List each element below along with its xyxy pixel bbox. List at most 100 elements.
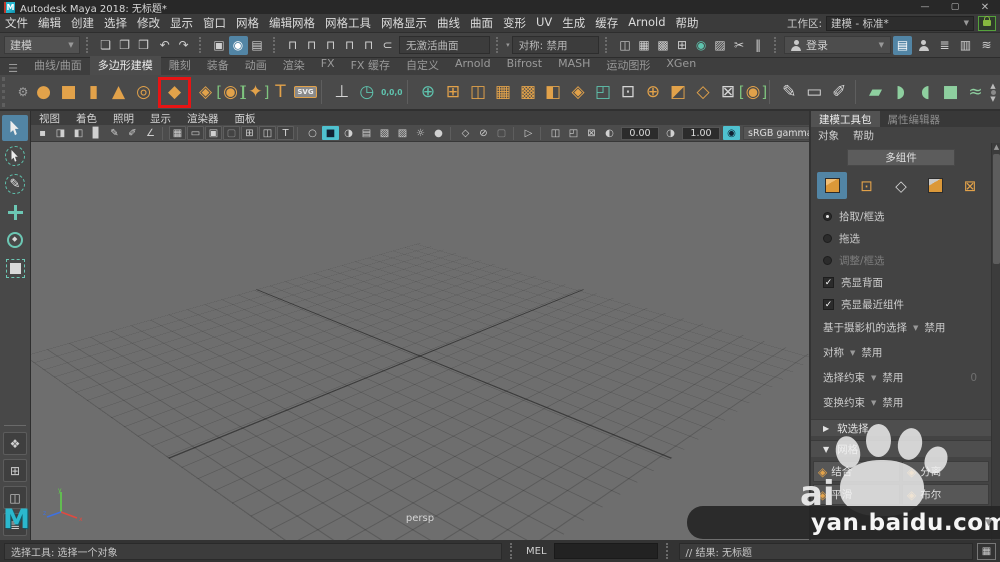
resolution-gate-icon[interactable]: ▣ — [205, 126, 222, 140]
row-选择约束[interactable]: 选择约束 ▼ 禁用 0 — [811, 365, 991, 390]
toolkit-menu-对象[interactable]: 对象 — [811, 128, 846, 143]
close-pane-icon[interactable]: ⊠ — [583, 126, 600, 140]
poly-plane-icon[interactable]: ◆ — [162, 80, 187, 105]
view-cube-icon[interactable]: ▪ — [34, 126, 51, 140]
bookmark-icon[interactable]: ◧ — [70, 126, 87, 140]
construction-plane-icon[interactable]: ⊥ — [329, 80, 354, 105]
duplicate-face-icon[interactable]: ⊞ — [441, 80, 466, 105]
poly-cylinder-icon[interactable]: ▮ — [81, 80, 106, 105]
wireframe-icon[interactable]: ○ — [304, 126, 321, 140]
menu-窗口[interactable]: 窗口 — [198, 15, 231, 31]
maximize-button[interactable]: ▢ — [940, 0, 970, 14]
snap-view-plane-icon[interactable]: ⊓ — [359, 36, 378, 55]
shadows-icon[interactable]: ▧ — [376, 126, 393, 140]
use-all-lights-icon[interactable]: ▤ — [358, 126, 375, 140]
gamma-field[interactable]: 1.00 — [682, 127, 720, 140]
pinch-sculpt-icon[interactable]: ≈ — [963, 80, 988, 105]
row-变换约束[interactable]: 变换约束 ▼ 禁用 — [811, 390, 991, 415]
panel-menu-渲染器[interactable]: 渲染器 — [179, 111, 227, 126]
symmetry-field[interactable]: 对称: 禁用 — [512, 36, 599, 54]
layout-four-pane-button[interactable]: ⊞ — [3, 459, 27, 482]
menu-编辑[interactable]: 编辑 — [33, 15, 66, 31]
face-mode-icon[interactable] — [921, 172, 951, 199]
colorspace-dropdown[interactable]: sRGB gamma ▼ — [743, 126, 811, 140]
smooth-mesh-icon[interactable]: ⊕ — [416, 80, 441, 105]
option-拖选[interactable]: 拖选 — [811, 227, 991, 249]
svg-tool-icon[interactable]: SVG — [293, 80, 318, 105]
shelf-tab-装备[interactable]: 装备 — [199, 56, 237, 75]
shelf-tab-XGen[interactable]: XGen — [658, 56, 704, 75]
panel-menu-面板[interactable]: 面板 — [227, 111, 264, 126]
isolate-select-icon[interactable]: ⊘ — [475, 126, 492, 140]
make-live-icon[interactable]: ⊂ — [378, 36, 397, 55]
textured-mode-icon[interactable]: ◑ — [340, 126, 357, 140]
shelf-tab-渲染[interactable]: 渲染 — [275, 56, 313, 75]
camera-based-selection-row[interactable]: 基于摄影机的选择 ▼ 禁用 — [811, 315, 991, 340]
menu-UV[interactable]: UV — [531, 15, 557, 31]
shelf-tab-MASH[interactable]: MASH — [550, 56, 598, 75]
menu-帮助[interactable]: 帮助 — [671, 15, 704, 31]
pane-layout-icon[interactable]: ◫ — [547, 126, 564, 140]
toolbar-grip[interactable] — [199, 37, 203, 53]
snap-curve-icon[interactable]: ⊓ — [302, 36, 321, 55]
boolean-button[interactable]: ◈ 布尔 — [902, 484, 989, 505]
ambient-occlusion-icon[interactable]: ▨ — [394, 126, 411, 140]
menu-变形[interactable]: 变形 — [498, 15, 531, 31]
toolbar-grip[interactable] — [605, 37, 609, 53]
connect-tool-icon[interactable]: ✐ — [827, 80, 852, 105]
script-editor-icon[interactable]: ▦ — [977, 543, 996, 560]
move-tool-button[interactable] — [2, 199, 28, 225]
grease-pencil-icon[interactable]: ✐ — [124, 126, 141, 140]
save-scene-icon[interactable]: ❒ — [134, 36, 153, 55]
option-调整/框选[interactable]: 调整/框选 — [811, 249, 991, 271]
panel-menu-显示[interactable]: 显示 — [142, 111, 179, 126]
mesh-section[interactable]: ▼ 网格 — [811, 440, 991, 457]
shelf-tab-FX[interactable]: FX — [313, 56, 343, 75]
duplicate-along-path-icon[interactable]: ◈ — [566, 80, 591, 105]
menu-生成[interactable]: 生成 — [557, 15, 590, 31]
subdivide-mesh-icon[interactable]: ▦ — [491, 80, 516, 105]
menu-显示[interactable]: 显示 — [165, 15, 198, 31]
default-lighting-icon[interactable]: ☼ — [412, 126, 429, 140]
new-scene-icon[interactable]: ❏ — [96, 36, 115, 55]
camera-tools-icon[interactable]: ∠ — [142, 126, 159, 140]
scroll-up-icon[interactable]: ▲ — [990, 83, 995, 89]
tab-attribute-editor[interactable]: 属性编辑器 — [880, 111, 1000, 127]
render-frame-icon[interactable]: ▦ — [635, 36, 654, 55]
film-gate-icon[interactable]: ▭ — [187, 126, 204, 140]
default-material-icon[interactable]: ● — [430, 126, 447, 140]
close-button[interactable]: ✕ — [970, 0, 1000, 14]
human-ik-icon[interactable] — [914, 36, 933, 55]
safe-action-icon[interactable]: ◫ — [259, 126, 276, 140]
menu-set-dropdown[interactable]: 建模 ▼ — [4, 36, 80, 54]
wedge-face-icon[interactable]: ◧ — [541, 80, 566, 105]
workspace-dropdown[interactable]: 建模 - 标准* ▼ — [826, 16, 974, 31]
layer-editor-icon[interactable]: ≋ — [977, 36, 996, 55]
panel-scrollbar[interactable]: ▲ — [991, 143, 1000, 540]
camera-icon[interactable]: ◨ — [52, 126, 69, 140]
poly-sphere-icon[interactable]: ● — [31, 80, 56, 105]
render-settings-icon[interactable]: ⊞ — [673, 36, 692, 55]
combine-button[interactable]: ◈ 结合 — [813, 461, 900, 482]
ipr-render-icon[interactable]: ▩ — [654, 36, 673, 55]
menu-缓存[interactable]: 缓存 — [590, 15, 623, 31]
sculpt-tool-icon[interactable]: ▰ — [863, 80, 888, 105]
platonic-solid-icon[interactable]: ◉ — [218, 80, 243, 105]
select-hierarchy-icon[interactable]: ▣ — [210, 36, 229, 55]
shelf-tab-曲线/曲面[interactable]: 曲线/曲面 — [26, 56, 90, 75]
select-object-icon[interactable]: ◉ — [229, 36, 248, 55]
undo-icon[interactable]: ↶ — [155, 36, 174, 55]
menu-曲线[interactable]: 曲线 — [432, 15, 465, 31]
scroll-down-icon[interactable]: ▼ — [990, 96, 995, 102]
2d-pan-zoom-icon[interactable]: ✎ — [106, 126, 123, 140]
menu-编辑网格[interactable]: 编辑网格 — [264, 15, 320, 31]
smooth-sculpt-icon[interactable]: ◗ — [888, 80, 913, 105]
shelf-grip[interactable] — [2, 77, 14, 107]
shelf-tab-Bifrost[interactable]: Bifrost — [499, 56, 551, 75]
sphere-volume-icon[interactable]: ◉ — [741, 80, 766, 105]
poly-cone-icon[interactable]: ▲ — [106, 80, 131, 105]
create-at-origin-icon[interactable]: 0,0,0 — [379, 80, 404, 105]
mel-command-input[interactable] — [554, 543, 658, 559]
super-shape-icon[interactable]: ✦ — [243, 80, 268, 105]
snap-projected-center-icon[interactable]: ⊓ — [340, 36, 359, 55]
